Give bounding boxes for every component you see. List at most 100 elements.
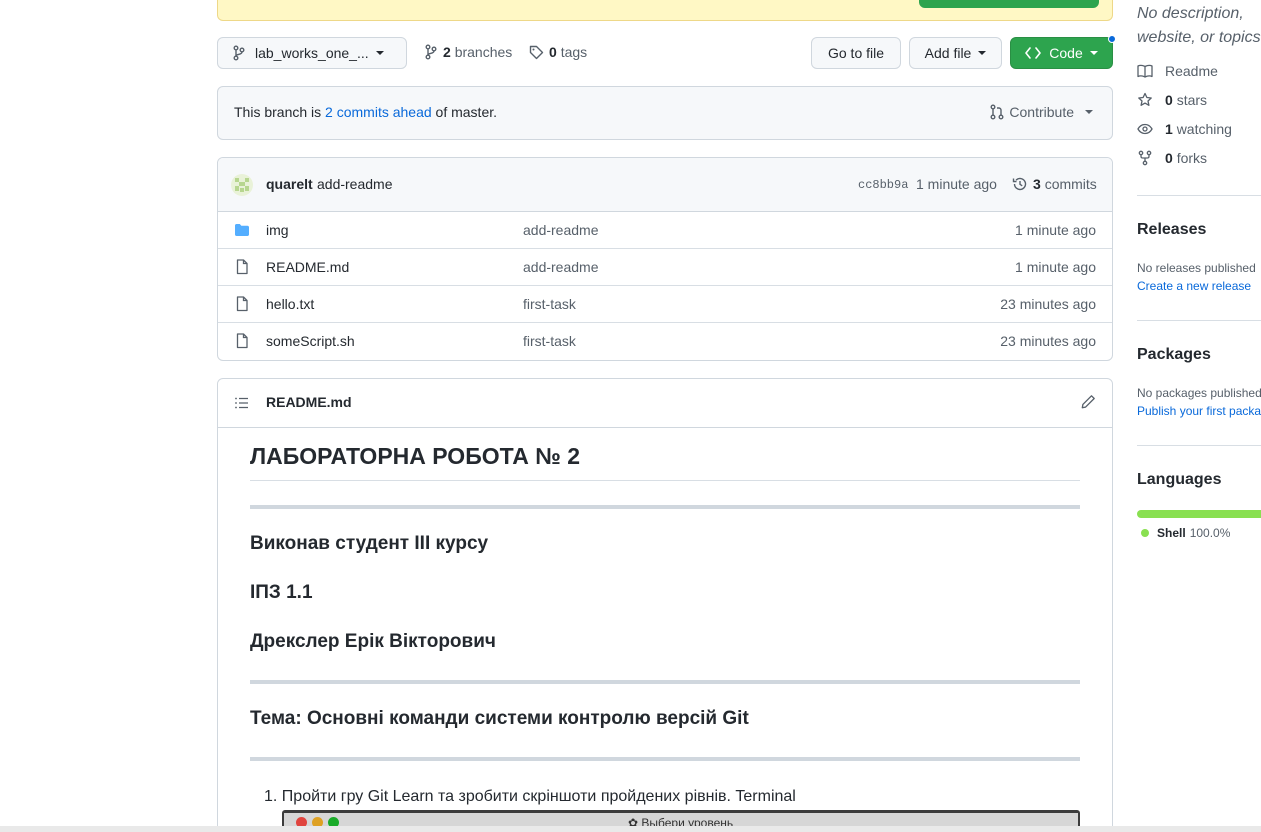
branch-icon	[232, 45, 246, 61]
horizontal-scrollbar[interactable]	[0, 826, 1261, 832]
publish-package-link[interactable]: Publish your first package	[1137, 404, 1261, 418]
readme-author-name: Дрекслер Ерік Вікторович	[250, 631, 496, 652]
file-age: 1 minute ago	[1015, 259, 1096, 275]
tag-icon	[529, 45, 544, 60]
code-button[interactable]: Code	[1010, 37, 1113, 69]
releases-title[interactable]: Releases	[1137, 221, 1206, 239]
language-item[interactable]: Shell 100.0%	[1141, 526, 1230, 540]
branch-status-suffix: of master.	[435, 104, 498, 120]
star-icon	[1137, 92, 1153, 108]
branch-status-text: This branch is 2 commits ahead of master…	[234, 104, 497, 120]
commits-history-link[interactable]: 3 commits	[1012, 176, 1097, 192]
chevron-down-icon	[1089, 51, 1098, 55]
file-icon	[234, 333, 250, 352]
branch-name: lab_works_one_...	[255, 45, 369, 61]
code-icon	[1025, 47, 1042, 59]
readme-list-item: 1. Пройти гру Git Learn та зробити скрін…	[264, 788, 796, 805]
readme-panel: README.md ЛАБОРАТОРНА РОБОТА № 2 Виконав…	[217, 378, 1113, 832]
packages-title[interactable]: Packages	[1137, 346, 1211, 364]
file-row[interactable]: README.md add-readme 1 minute ago	[218, 249, 1112, 286]
readme-topic: Тема: Основні команди системи контролю в…	[250, 708, 749, 729]
watching-link[interactable]: 1 watching	[1137, 121, 1232, 137]
list-icon[interactable]	[234, 395, 250, 414]
watching-label: watching	[1176, 121, 1232, 137]
go-to-file-button[interactable]: Go to file	[811, 37, 901, 69]
banner-green-button[interactable]	[919, 0, 1099, 8]
forks-label: forks	[1176, 150, 1208, 166]
commits-ahead-link[interactable]: 2 commits ahead	[325, 104, 432, 120]
sidebar-divider	[1137, 195, 1261, 196]
language-color-dot	[1141, 529, 1149, 537]
language-bar	[1137, 510, 1261, 518]
repo-description: No description, website, or topics provi…	[1137, 5, 1261, 46]
pencil-icon[interactable]	[1080, 394, 1096, 413]
code-label: Code	[1049, 45, 1083, 61]
eye-icon	[1137, 121, 1153, 137]
file-commit-message[interactable]: first-task	[523, 296, 576, 312]
commit-age: 1 minute ago	[916, 176, 997, 192]
contribute-button[interactable]: Contribute	[990, 104, 1093, 120]
readme-group: ІПЗ 1.1	[250, 582, 313, 603]
latest-commit-bar: quarelt add-readme cc8bb9a 1 minute ago …	[218, 158, 1112, 212]
readme-link[interactable]: Readme	[1137, 63, 1218, 79]
file-icon	[234, 296, 250, 315]
fork-icon	[1137, 150, 1153, 166]
readme-header: README.md	[218, 379, 1112, 428]
file-name[interactable]: hello.txt	[266, 296, 314, 312]
file-commit-message[interactable]: first-task	[523, 333, 576, 349]
commit-sha[interactable]: cc8bb9a	[858, 178, 908, 192]
readme-student: Виконав студент III курсу	[250, 533, 489, 554]
forks-count: 0	[1165, 150, 1173, 166]
add-file-label: Add file	[924, 45, 972, 61]
file-row[interactable]: img add-readme 1 minute ago	[218, 212, 1112, 249]
file-browser: quarelt add-readme cc8bb9a 1 minute ago …	[217, 157, 1113, 361]
tags-label: tags	[560, 44, 588, 60]
readme-title: ЛАБОРАТОРНА РОБОТА № 2	[250, 443, 581, 469]
create-release-link[interactable]: Create a new release	[1137, 279, 1251, 293]
chevron-down-icon	[375, 51, 384, 55]
languages-title: Languages	[1137, 471, 1222, 488]
file-row[interactable]: someScript.sh first-task 23 minutes ago	[218, 323, 1112, 360]
horizontal-rule	[250, 680, 1080, 684]
chevron-down-icon	[978, 51, 987, 55]
branches-label: branches	[454, 44, 513, 60]
heading-rule	[250, 480, 1080, 481]
readme-filename[interactable]: README.md	[266, 394, 352, 410]
commit-message[interactable]: add-readme	[317, 176, 393, 192]
file-icon	[234, 259, 250, 278]
file-age: 23 minutes ago	[1000, 333, 1096, 349]
chevron-down-icon	[1085, 110, 1093, 114]
branch-icon	[424, 44, 438, 60]
file-commit-message[interactable]: add-readme	[523, 259, 599, 275]
file-name[interactable]: img	[266, 222, 289, 238]
add-file-button[interactable]: Add file	[909, 37, 1002, 69]
language-name: Shell	[1157, 526, 1186, 540]
sidebar-divider	[1137, 445, 1261, 446]
forks-link[interactable]: 0 forks	[1137, 150, 1207, 166]
file-commit-message[interactable]: add-readme	[523, 222, 599, 238]
file-age: 1 minute ago	[1015, 222, 1096, 238]
branch-status-prefix: This branch is	[234, 104, 322, 120]
horizontal-rule	[250, 505, 1080, 509]
file-name[interactable]: someScript.sh	[266, 333, 355, 349]
branch-status-box: This branch is 2 commits ahead of master…	[217, 86, 1113, 140]
stars-link[interactable]: 0 stars	[1137, 92, 1207, 108]
watching-count: 1	[1165, 121, 1173, 137]
commit-author[interactable]: quarelt	[266, 176, 313, 192]
sidebar-divider	[1137, 320, 1261, 321]
stars-label: stars	[1176, 92, 1208, 108]
tags-count: 0	[549, 44, 557, 60]
go-to-file-label: Go to file	[827, 45, 885, 61]
tags-link[interactable]: 0 tags	[529, 44, 587, 60]
avatar[interactable]	[231, 174, 253, 196]
branches-link[interactable]: 2 branches	[424, 44, 512, 60]
pull-request-icon	[990, 104, 1004, 120]
packages-text: No packages published	[1137, 386, 1261, 400]
file-row[interactable]: hello.txt first-task 23 minutes ago	[218, 286, 1112, 323]
notification-dot	[1108, 35, 1116, 43]
top-banner	[217, 0, 1113, 21]
horizontal-rule	[250, 757, 1080, 761]
branch-select-button[interactable]: lab_works_one_...	[217, 37, 407, 69]
file-name[interactable]: README.md	[266, 259, 349, 275]
readme-link-label: Readme	[1165, 63, 1218, 79]
